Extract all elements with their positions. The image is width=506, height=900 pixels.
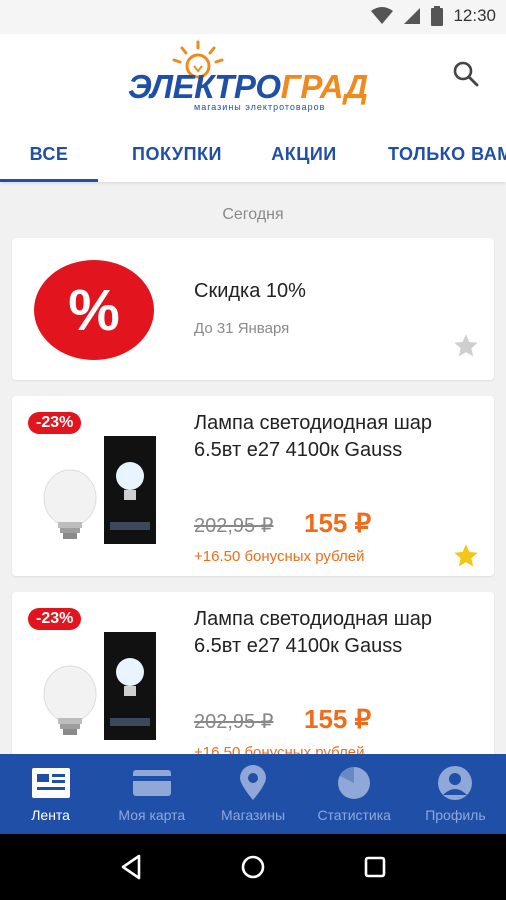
discount-badge: -23%	[28, 412, 82, 434]
nav-label-stores: Магазины	[220, 807, 286, 823]
system-navigation-bar	[0, 834, 506, 900]
wifi-icon	[371, 7, 394, 24]
product-name: Лампа светодиодная шар 6.5вт е27 4100к G…	[194, 608, 433, 657]
percent-symbol: %	[68, 277, 120, 343]
new-price: 155 ₽	[304, 704, 372, 734]
nav-label-statistics: Статистика	[317, 807, 391, 823]
logo-part2: ГРАД	[280, 68, 369, 105]
card-icon	[132, 765, 172, 801]
old-price: 202,95 ₽	[194, 711, 274, 733]
tab-promotions[interactable]: АКЦИИ	[258, 126, 350, 182]
signal-icon	[404, 8, 421, 24]
date-label: Сегодня	[222, 206, 284, 223]
search-icon	[453, 61, 479, 87]
old-price: 202,95 ₽	[194, 515, 274, 537]
pie-chart-icon	[334, 765, 374, 801]
recent-apps-icon[interactable]	[363, 855, 387, 879]
nav-label-feed: Лента	[31, 807, 70, 823]
nav-item-profile[interactable]: Профиль	[405, 754, 506, 834]
product-name: Лампа светодиодная шар 6.5вт е27 4100к G…	[194, 412, 433, 461]
new-price: 155 ₽	[304, 508, 372, 538]
brand-logo: ЭЛЕКТРОГРАД магазины электротоваров	[126, 40, 386, 120]
nav-item-statistics[interactable]: Статистика	[304, 754, 405, 834]
status-icons: 12:30	[371, 6, 496, 26]
nav-item-stores[interactable]: Магазины	[202, 754, 303, 834]
logo-part1: ЭЛЕКТРО	[128, 68, 281, 105]
led-bulb-product-image	[43, 632, 156, 740]
nav-label-profile: Профиль	[425, 807, 486, 823]
feed-icon	[31, 765, 71, 801]
logo-subtitle: магазины электротоваров	[194, 102, 326, 112]
product-card[interactable]: -23% Лампа светодиодная шар 6.5вт е27 41…	[12, 592, 494, 772]
favorite-star-icon[interactable]	[452, 332, 480, 360]
search-button[interactable]	[448, 56, 484, 92]
home-icon[interactable]	[240, 854, 266, 880]
feed-tabs: ВСЕ ПОКУПКИ АКЦИИ ТОЛЬКО ВАМ	[0, 126, 506, 182]
product-card[interactable]: -23% Лампа светодиодная шар 6.5вт е27 41…	[12, 396, 494, 576]
battery-icon	[431, 6, 444, 26]
favorite-star-icon[interactable]	[452, 542, 480, 570]
back-icon[interactable]	[119, 854, 143, 880]
logo-wordmark: ЭЛЕКТРОГРАД	[128, 68, 368, 106]
profile-icon	[435, 765, 475, 801]
app-header: ЭЛЕКТРОГРАД магазины электротоваров	[0, 34, 506, 126]
location-pin-icon	[233, 765, 273, 801]
bonus-points: +16.50 бонусных рублей	[194, 548, 365, 565]
status-time: 12:30	[453, 6, 496, 25]
tab-purchases[interactable]: ПОКУПКИ	[118, 126, 236, 182]
promo-card[interactable]: % Скидка 10% До 31 Января	[12, 238, 494, 380]
led-bulb-product-image	[43, 436, 156, 544]
promo-expiry: До 31 Января	[194, 320, 290, 337]
discount-percent-badge: %	[34, 260, 154, 360]
status-bar: 12:30	[0, 0, 506, 34]
nav-item-feed[interactable]: Лента	[0, 754, 101, 834]
tab-all[interactable]: ВСЕ	[0, 126, 98, 182]
nav-label-my-card: Моя карта	[118, 807, 186, 823]
bottom-navigation: Лента Моя карта Магазины Статистика Проф…	[0, 754, 506, 834]
tab-only-for-you[interactable]: ТОЛЬКО ВАМ	[388, 126, 506, 182]
promo-title: Скидка 10%	[194, 280, 306, 302]
nav-item-my-card[interactable]: Моя карта	[101, 754, 202, 834]
discount-badge: -23%	[28, 608, 82, 630]
